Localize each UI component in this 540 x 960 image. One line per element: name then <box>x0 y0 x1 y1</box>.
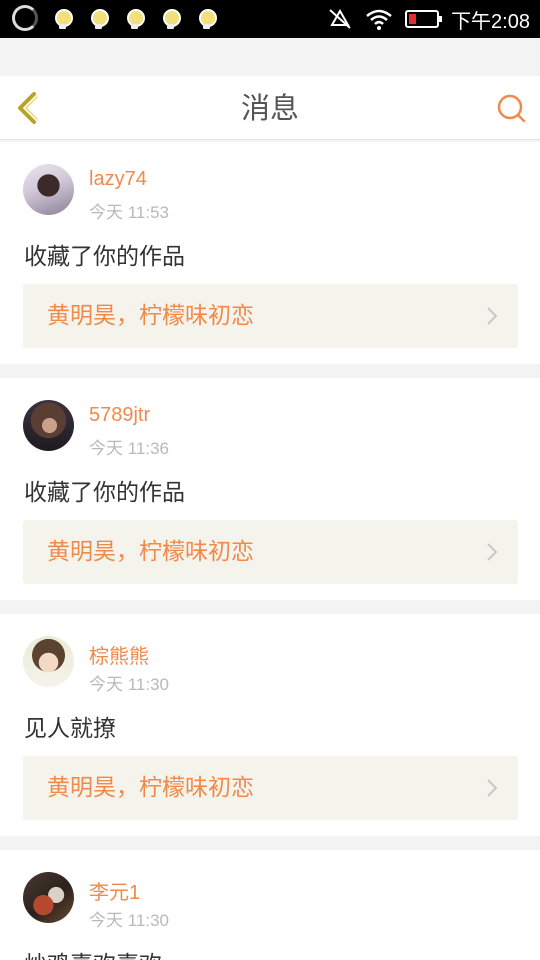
bulb-notification-icon <box>194 5 218 31</box>
message-card[interactable]: 李元1 今天 11:30 炒鸡喜欢喜欢 <box>0 850 540 960</box>
message-card[interactable]: 5789jtr 今天 11:36 收藏了你的作品 黄明昊，柠檬味初恋 <box>0 378 540 600</box>
message-text: 见人就撩 <box>24 716 116 742</box>
chevron-right-icon <box>487 543 498 561</box>
timestamp: 今天 11:36 <box>89 439 170 458</box>
referenced-work-title: 黄明昊，柠檬味初恋 <box>47 775 254 801</box>
referenced-work-title: 黄明昊，柠檬味初恋 <box>47 303 254 329</box>
username[interactable]: 棕熊熊 <box>89 640 149 669</box>
timestamp: 今天 11:30 <box>89 911 170 930</box>
referenced-work[interactable]: 黄明昊，柠檬味初恋 <box>23 284 518 348</box>
mute-icon <box>329 8 351 29</box>
bulb-notification-icon <box>122 5 146 31</box>
avatar[interactable] <box>23 400 74 451</box>
search-icon[interactable] <box>496 93 526 123</box>
username[interactable]: 李元1 <box>89 876 140 905</box>
clock: 下午2:08 <box>451 10 530 33</box>
avatar[interactable] <box>23 872 74 923</box>
referenced-work[interactable]: 黄明昊，柠檬味初恋 <box>23 756 518 820</box>
referenced-work-title: 黄明昊，柠檬味初恋 <box>47 539 254 565</box>
nav-bar: 消息 <box>0 76 540 140</box>
username[interactable]: lazy74 <box>89 168 147 191</box>
notification-icons <box>12 5 218 31</box>
timestamp: 今天 11:53 <box>89 203 170 222</box>
top-gap <box>0 38 540 76</box>
wifi-icon <box>366 9 392 30</box>
chevron-right-icon <box>487 307 498 325</box>
loading-ring-icon <box>12 5 38 31</box>
avatar[interactable] <box>23 164 74 215</box>
battery-low-icon <box>405 10 443 28</box>
message-text: 收藏了你的作品 <box>24 480 185 506</box>
chevron-right-icon <box>487 779 498 797</box>
message-card[interactable]: 棕熊熊 今天 11:30 见人就撩 黄明昊，柠檬味初恋 <box>0 614 540 836</box>
username[interactable]: 5789jtr <box>89 404 150 427</box>
message-text: 炒鸡喜欢喜欢 <box>24 945 162 960</box>
message-card[interactable]: lazy74 今天 11:53 收藏了你的作品 黄明昊，柠檬味初恋 <box>0 142 540 364</box>
message-text: 收藏了你的作品 <box>24 244 185 270</box>
status-bar: 下午2:08 <box>0 0 540 38</box>
bulb-notification-icon <box>50 5 74 31</box>
referenced-work[interactable]: 黄明昊，柠檬味初恋 <box>23 520 518 584</box>
avatar[interactable] <box>23 636 74 687</box>
bulb-notification-icon <box>86 5 110 31</box>
page-title: 消息 <box>240 91 299 125</box>
timestamp: 今天 11:30 <box>89 675 170 694</box>
bulb-notification-icon <box>158 5 182 31</box>
